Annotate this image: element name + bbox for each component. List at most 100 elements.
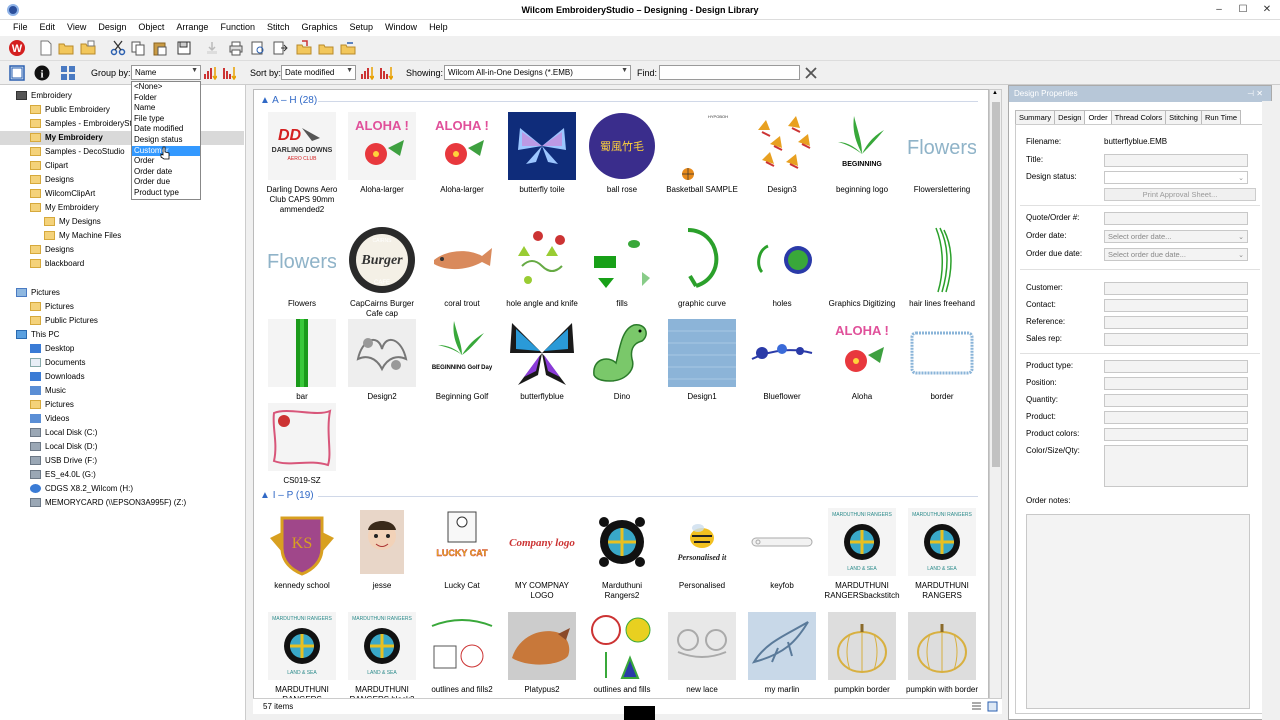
design-tile[interactable]: Blueflower bbox=[744, 319, 820, 402]
design-tile[interactable]: CS019-SZ bbox=[264, 403, 340, 486]
tree-item[interactable]: CDGS X8.2_Wilcom (H:) bbox=[30, 482, 133, 496]
design-tile[interactable]: fills bbox=[584, 226, 660, 309]
menu-setup[interactable]: Setup bbox=[344, 20, 380, 34]
tree-item[interactable]: Designs bbox=[30, 173, 74, 187]
design-tile[interactable]: BEGINNING Golf Day Beginning Golf bbox=[424, 319, 500, 402]
menu-object[interactable]: Object bbox=[132, 20, 170, 34]
sales-rep-field[interactable] bbox=[1104, 333, 1248, 346]
new-icon[interactable] bbox=[38, 40, 54, 56]
tree-item[interactable]: MEMORYCARD (\\EPSON3A995F) (Z:) bbox=[30, 496, 186, 510]
gallery-scrollbar[interactable]: ▲ bbox=[989, 89, 1002, 714]
sort-ascending-icon[interactable] bbox=[203, 65, 217, 80]
group-header-i-p[interactable]: ▲ I – P (19) bbox=[260, 490, 978, 501]
design-tile[interactable]: CAIRNS Burger CAFE CapCairns Burger Cafe ca… bbox=[344, 226, 420, 319]
cut-icon[interactable] bbox=[110, 40, 126, 56]
menu-help[interactable]: Help bbox=[423, 20, 454, 34]
menu-design[interactable]: Design bbox=[92, 20, 132, 34]
design-tile[interactable]: keyfob bbox=[744, 508, 820, 591]
design-tile[interactable]: border bbox=[904, 319, 980, 402]
group-option[interactable]: Product type bbox=[132, 188, 200, 199]
send-icon[interactable] bbox=[272, 40, 288, 56]
group-option[interactable]: Date modified bbox=[132, 124, 200, 135]
find-input[interactable] bbox=[659, 65, 800, 80]
copy-icon[interactable] bbox=[130, 40, 146, 56]
folder-copy-icon[interactable] bbox=[318, 40, 334, 56]
group-option[interactable]: File type bbox=[132, 114, 200, 125]
folder-move-icon[interactable] bbox=[340, 40, 356, 56]
design-tile[interactable]: butterfly toile bbox=[504, 112, 580, 195]
design-tile[interactable]: butterflyblue bbox=[504, 319, 580, 402]
tab-thread-colors[interactable]: Thread Colors bbox=[1110, 110, 1167, 125]
menu-edit[interactable]: Edit bbox=[34, 20, 62, 34]
product-field[interactable] bbox=[1104, 411, 1248, 424]
sort-by-combo[interactable]: Date modified ▼ bbox=[281, 65, 356, 80]
view-thumbnails-icon[interactable] bbox=[60, 65, 76, 81]
tree-item[interactable]: Local Disk (C:) bbox=[30, 426, 97, 440]
product-type-field[interactable] bbox=[1104, 360, 1248, 373]
design-tile[interactable]: my marlin bbox=[744, 612, 820, 695]
wilcom-logo-icon[interactable]: W bbox=[8, 39, 26, 57]
minimize-icon[interactable]: – bbox=[1212, 4, 1226, 16]
color-size-qty-field[interactable] bbox=[1104, 445, 1248, 487]
design-tile[interactable]: HYPOBOH Basketball SAMPLE bbox=[664, 112, 740, 195]
design-tile[interactable]: pumpkin border bbox=[824, 612, 900, 695]
design-tile[interactable]: hair lines freehand bbox=[904, 226, 980, 309]
design-tile[interactable]: holes bbox=[744, 226, 820, 309]
properties-scrollbar[interactable] bbox=[1262, 101, 1272, 720]
design-tile[interactable]: MARDUTHUNI RANGERS LAND & SEAMARDUTHUNI R… bbox=[344, 612, 420, 705]
menu-stitch[interactable]: Stitch bbox=[261, 20, 296, 34]
print-approval-button[interactable]: Print Approval Sheet... bbox=[1104, 188, 1256, 201]
tree-item[interactable]: USB Drive (F:) bbox=[30, 454, 97, 468]
tree-item[interactable]: Pictures bbox=[30, 300, 74, 314]
design-tile[interactable]: MARDUTHUNI RANGERS LAND & SEAMARDUTHUNI R… bbox=[264, 612, 340, 705]
tree-item[interactable]: Samples - DecoStudio bbox=[30, 145, 125, 159]
tree-this-pc[interactable]: This PC bbox=[16, 328, 59, 342]
print-preview-icon[interactable] bbox=[250, 40, 266, 56]
design-tile[interactable]: Graphics Digitizing bbox=[824, 226, 900, 309]
tree-item[interactable]: Desktop bbox=[30, 342, 74, 356]
group-option[interactable]: Name bbox=[132, 103, 200, 114]
design-tile[interactable]: Marduthuni Rangers2 bbox=[584, 508, 660, 601]
group-option[interactable]: Design status bbox=[132, 135, 200, 146]
design-tile[interactable]: hole angle and knife bbox=[504, 226, 580, 309]
group-option[interactable]: Folder bbox=[132, 93, 200, 104]
sort-by-descending-icon[interactable] bbox=[379, 65, 393, 80]
clear-find-icon[interactable] bbox=[804, 66, 818, 80]
tab-run-time[interactable]: Run Time bbox=[1200, 110, 1242, 125]
design-tile[interactable]: LUCKY CAT Lucky Cat bbox=[424, 508, 500, 591]
quote-order-field[interactable] bbox=[1104, 212, 1248, 225]
tree-item[interactable]: Clipart bbox=[30, 159, 68, 173]
position-field[interactable] bbox=[1104, 377, 1248, 390]
design-tile[interactable]: graphic curve bbox=[664, 226, 740, 309]
design-tile[interactable]: ALOHA ! Aloha-larger bbox=[424, 112, 500, 195]
maximize-icon[interactable]: ☐ bbox=[1236, 4, 1250, 16]
design-tile[interactable]: Design2 bbox=[344, 319, 420, 402]
design-tile[interactable]: ALOHA ! Aloha bbox=[824, 319, 900, 402]
tree-item[interactable]: Videos bbox=[30, 412, 69, 426]
design-tile[interactable]: bar bbox=[264, 319, 340, 402]
design-tile[interactable]: Personalised it Personalised bbox=[664, 508, 740, 591]
tree-item[interactable]: Designs bbox=[30, 243, 74, 257]
quantity-field[interactable] bbox=[1104, 394, 1248, 407]
group-option[interactable]: <None> bbox=[132, 82, 200, 93]
sort-descending-icon[interactable] bbox=[222, 65, 236, 80]
contact-field[interactable] bbox=[1104, 299, 1248, 312]
design-tile[interactable]: Flowers Flowers bbox=[264, 226, 340, 309]
tree-item[interactable]: Local Disk (D:) bbox=[30, 440, 97, 454]
tree-item[interactable]: My Designs bbox=[44, 215, 101, 229]
open-folder-icon[interactable] bbox=[80, 40, 96, 56]
design-tile[interactable]: KS kennedy school bbox=[264, 508, 340, 591]
order-notes-field[interactable] bbox=[1026, 514, 1250, 709]
tree-item[interactable]: Samples - EmbroideryStudio bbox=[30, 117, 147, 131]
group-header-a-h[interactable]: ▲ A – H (28) bbox=[260, 95, 978, 106]
tab-design[interactable]: Design bbox=[1054, 110, 1086, 125]
import-icon[interactable] bbox=[296, 40, 312, 56]
design-tile[interactable]: Design1 bbox=[664, 319, 740, 402]
design-tile[interactable]: Company logo MY COMPNAY LOGO bbox=[504, 508, 580, 601]
close-icon[interactable]: ✕ bbox=[1260, 4, 1274, 16]
group-option[interactable]: Order due bbox=[132, 177, 200, 188]
scrollbar-thumb[interactable] bbox=[992, 102, 1000, 467]
design-tile[interactable]: 蜀風竹毛 ball rose bbox=[584, 112, 660, 195]
menu-arrange[interactable]: Arrange bbox=[170, 20, 214, 34]
sort-by-ascending-icon[interactable] bbox=[360, 65, 374, 80]
